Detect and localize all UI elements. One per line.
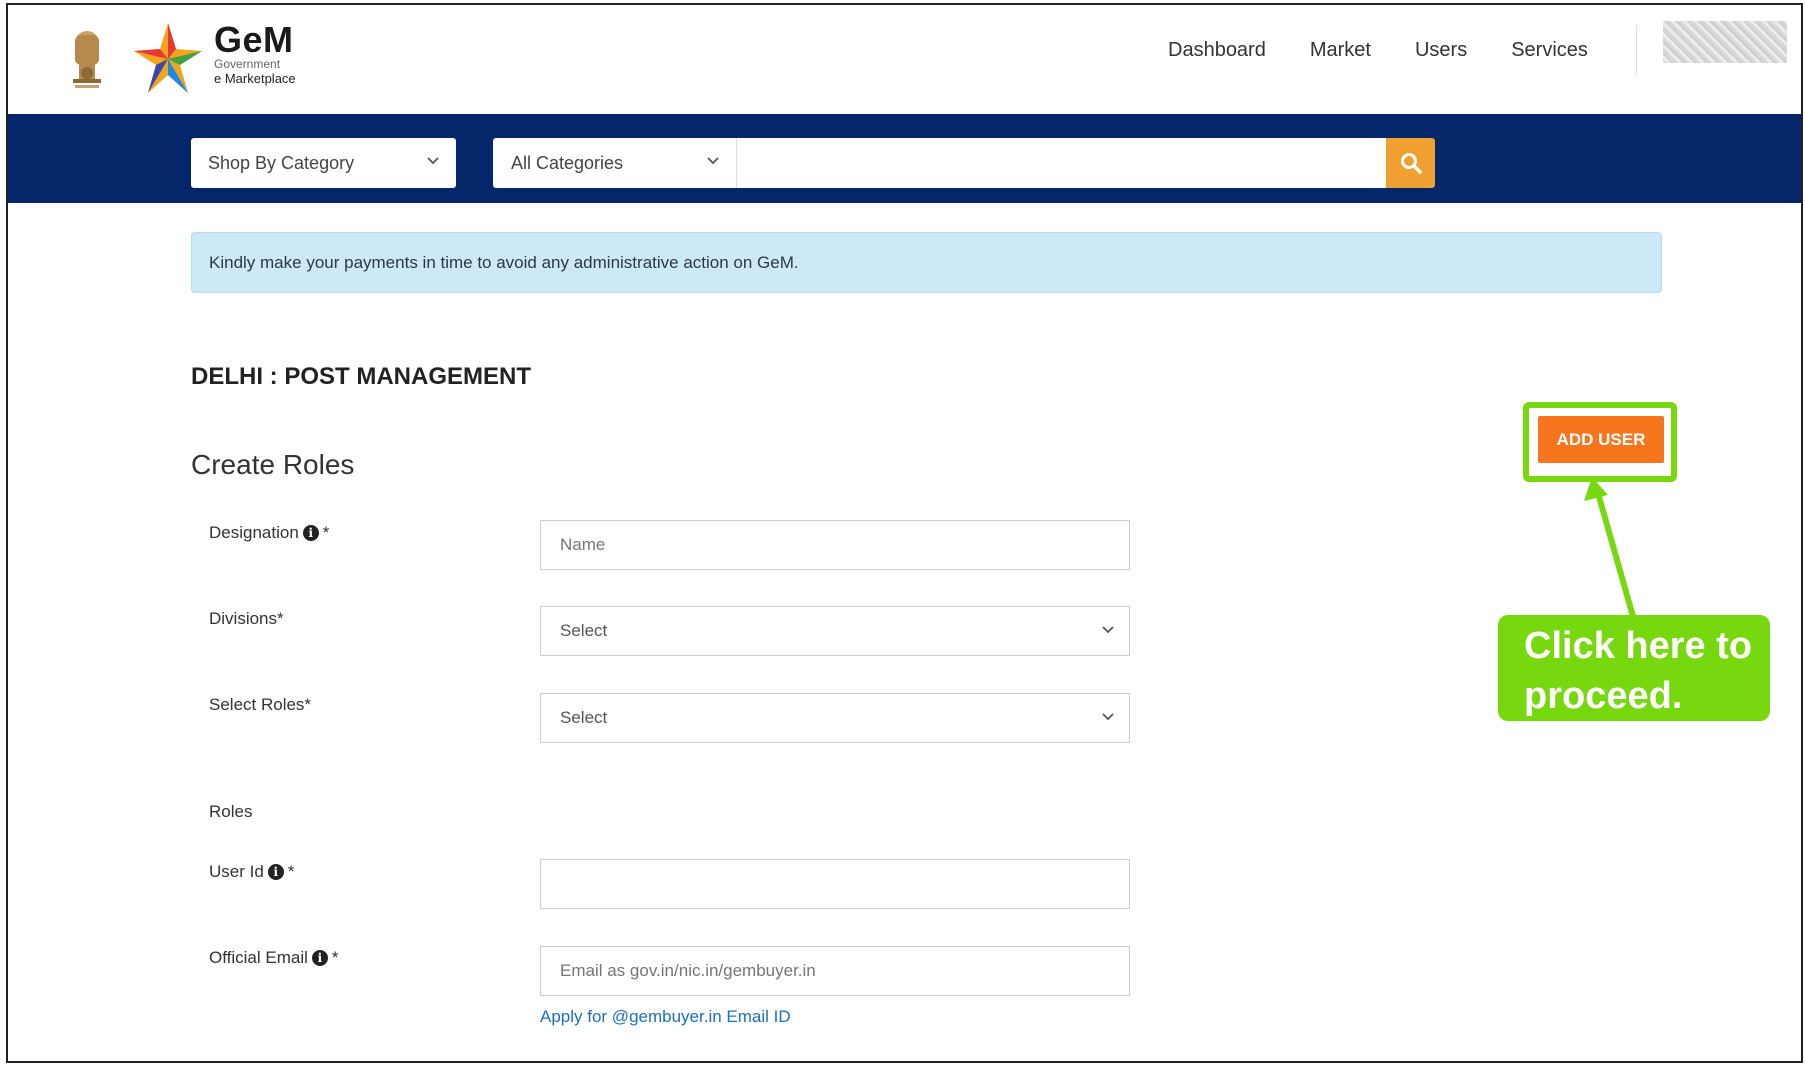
header: GeM Government e Marketplace Dashboard M… <box>8 5 1801 114</box>
divisions-select[interactable]: Select <box>540 606 1130 656</box>
roles-label: Roles <box>209 802 253 821</box>
shop-by-category-dropdown[interactable]: Shop By Category <box>191 138 456 188</box>
emblem-icon <box>73 31 101 88</box>
chevron-down-icon <box>427 157 439 165</box>
required-mark: * <box>322 523 330 542</box>
callout-box: Click here to proceed. <box>1498 615 1770 721</box>
nav-market[interactable]: Market <box>1310 39 1371 62</box>
nav-users[interactable]: Users <box>1415 39 1467 62</box>
select-roles-value: Select <box>560 708 608 727</box>
category-select-value: All Categories <box>511 152 624 173</box>
apply-gembuyer-email-link[interactable]: Apply for @gembuyer.in Email ID <box>540 1007 791 1027</box>
divisions-label: Divisions* <box>209 609 284 628</box>
required-mark: * <box>331 948 339 967</box>
user-id-label: User Id i * <box>209 862 294 882</box>
user-id-input[interactable] <box>540 859 1130 909</box>
official-email-label: Official Email i * <box>209 948 339 968</box>
info-icon[interactable]: i <box>267 864 284 880</box>
search-bar: Shop By Category All Categories <box>8 114 1801 203</box>
designation-label-text: Designation <box>209 523 299 542</box>
chevron-down-icon <box>1102 713 1114 721</box>
designation-input[interactable] <box>540 520 1130 570</box>
top-nav: Dashboard Market Users Services <box>1168 39 1632 62</box>
chevron-down-icon <box>1102 626 1114 634</box>
add-user-button[interactable]: ADD USER <box>1538 416 1664 463</box>
alert-text: Kindly make your payments in time to avo… <box>209 252 799 272</box>
user-avatar-blurred[interactable] <box>1663 21 1787 63</box>
search-button[interactable] <box>1386 138 1435 188</box>
required-mark: * <box>287 862 295 881</box>
divisions-select-value: Select <box>560 621 608 640</box>
designation-label: Designation i * <box>209 523 329 543</box>
info-icon[interactable]: i <box>302 525 319 541</box>
category-select[interactable]: All Categories <box>493 138 737 188</box>
select-roles-label: Select Roles* <box>209 695 312 714</box>
nav-services[interactable]: Services <box>1511 39 1588 62</box>
gem-star-icon[interactable] <box>132 21 204 95</box>
chevron-down-icon <box>707 157 719 165</box>
app-frame: GeM Government e Marketplace Dashboard M… <box>6 3 1803 1063</box>
section-title: Create Roles <box>191 449 355 480</box>
arrow-up-icon <box>1584 477 1637 621</box>
user-id-label-text: User Id <box>209 862 264 881</box>
organization-title: DELHI : POST MANAGEMENT <box>191 363 531 390</box>
logo-subtitle-2: e Marketplace <box>214 71 296 86</box>
official-email-label-text: Official Email <box>209 948 308 967</box>
logo-subtitle: Government <box>214 57 281 71</box>
official-email-input[interactable] <box>540 946 1130 996</box>
search-icon <box>1400 153 1422 174</box>
shop-by-category-label: Shop By Category <box>208 152 355 173</box>
nav-dashboard[interactable]: Dashboard <box>1168 39 1266 62</box>
callout-line-2: proceed. <box>1524 675 1683 717</box>
nav-divider <box>1636 25 1637 75</box>
info-icon[interactable]: i <box>311 950 328 966</box>
select-roles-select[interactable]: Select <box>540 693 1130 743</box>
callout-line-1: Click here to <box>1524 625 1753 667</box>
logo-title: GeM <box>214 19 294 60</box>
payment-alert: Kindly make your payments in time to avo… <box>191 232 1662 293</box>
search-input[interactable] <box>737 138 1386 188</box>
